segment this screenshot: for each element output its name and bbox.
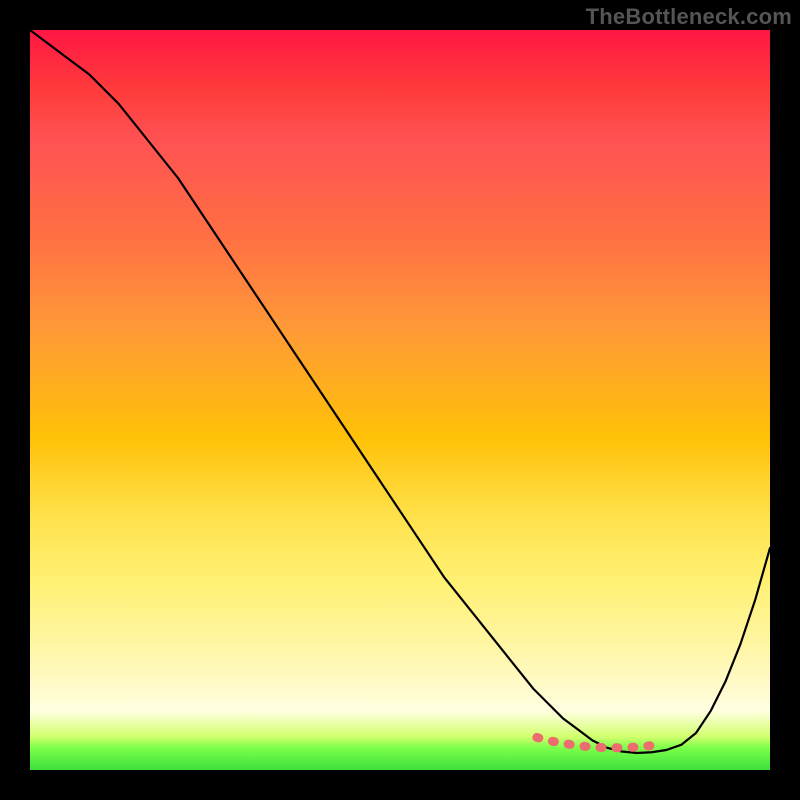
watermark-text: TheBottleneck.com <box>586 4 792 30</box>
chart-svg <box>30 30 770 770</box>
chart-frame: TheBottleneck.com <box>0 0 800 800</box>
bottleneck-curve-path <box>30 30 770 753</box>
plot-area <box>30 30 770 770</box>
optimal-marker-band-path <box>537 737 663 747</box>
